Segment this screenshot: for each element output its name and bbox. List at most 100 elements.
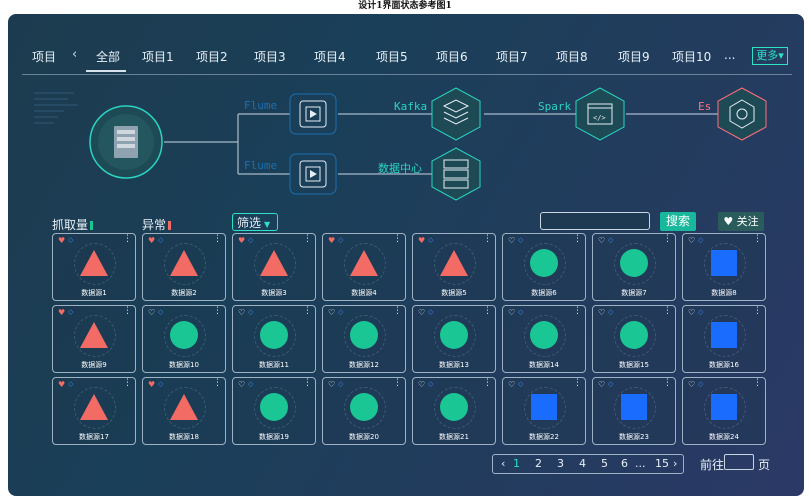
goto-page-input[interactable] <box>724 454 754 470</box>
more-menu-icon[interactable]: ⋮ <box>753 378 762 388</box>
page-6[interactable]: 6 <box>621 457 628 470</box>
tag-icon[interactable]: ◇ <box>338 236 343 244</box>
more-menu-icon[interactable]: ⋮ <box>123 378 132 388</box>
more-menu-icon[interactable]: ⋮ <box>303 378 312 388</box>
more-menu-icon[interactable]: ⋮ <box>213 378 222 388</box>
heart-icon[interactable]: ♥ <box>148 236 155 245</box>
heart-icon[interactable]: ♡ <box>688 236 695 245</box>
tag-icon[interactable]: ◇ <box>698 308 703 316</box>
more-menu-icon[interactable]: ⋮ <box>393 306 402 316</box>
tab-project7[interactable]: 项目7 <box>496 48 528 65</box>
more-menu-icon[interactable]: ⋮ <box>573 378 582 388</box>
heart-icon[interactable]: ♡ <box>598 308 605 317</box>
tag-icon[interactable]: ◇ <box>248 308 253 316</box>
more-menu-icon[interactable]: ⋮ <box>663 378 672 388</box>
page-4[interactable]: 4 <box>579 457 586 470</box>
tag-icon[interactable]: ◇ <box>428 380 433 388</box>
more-menu-icon[interactable]: ⋮ <box>573 306 582 316</box>
datasource-card[interactable]: ♡ ◇ ⋮ 数据源14 <box>502 305 586 373</box>
page-last[interactable]: 15 <box>655 457 669 470</box>
heart-icon[interactable]: ♡ <box>148 308 155 317</box>
datasource-card[interactable]: ♥ ◇ ⋮ 数据源2 <box>142 233 226 301</box>
datasource-card[interactable]: ♥ ◇ ⋮ 数据源4 <box>322 233 406 301</box>
more-menu-icon[interactable]: ⋮ <box>483 306 492 316</box>
more-menu-icon[interactable]: ⋮ <box>303 306 312 316</box>
heart-icon[interactable]: ♡ <box>598 236 605 245</box>
tag-icon[interactable]: ◇ <box>248 380 253 388</box>
next-page-icon[interactable]: › <box>673 457 677 470</box>
page-5[interactable]: 5 <box>601 457 608 470</box>
datasource-card[interactable]: ♡ ◇ ⋮ 数据源11 <box>232 305 316 373</box>
heart-icon[interactable]: ♡ <box>238 308 245 317</box>
heart-icon[interactable]: ♥ <box>58 308 65 317</box>
tab-project6[interactable]: 项目6 <box>436 48 468 65</box>
search-button[interactable]: 搜索 <box>660 212 696 231</box>
heart-icon[interactable]: ♡ <box>508 380 515 389</box>
more-menu-icon[interactable]: ⋮ <box>663 234 672 244</box>
datasource-card[interactable]: ♡ ◇ ⋮ 数据源19 <box>232 377 316 445</box>
heart-icon[interactable]: ♡ <box>328 380 335 389</box>
tag-icon[interactable]: ◇ <box>428 308 433 316</box>
page-3[interactable]: 3 <box>557 457 564 470</box>
tab-project10[interactable]: 项目10 <box>672 48 711 65</box>
datasource-card[interactable]: ♡ ◇ ⋮ 数据源22 <box>502 377 586 445</box>
page-2[interactable]: 2 <box>535 457 542 470</box>
tag-icon[interactable]: ◇ <box>518 380 523 388</box>
tag-icon[interactable]: ◇ <box>608 308 613 316</box>
heart-icon[interactable]: ♥ <box>148 380 155 389</box>
datasource-card[interactable]: ♡ ◇ ⋮ 数据源20 <box>322 377 406 445</box>
datasource-card[interactable]: ♥ ◇ ⋮ 数据源18 <box>142 377 226 445</box>
more-menu-icon[interactable]: ⋮ <box>213 234 222 244</box>
datasource-card[interactable]: ♥ ◇ ⋮ 数据源3 <box>232 233 316 301</box>
datasource-card[interactable]: ♥ ◇ ⋮ 数据源9 <box>52 305 136 373</box>
more-menu-icon[interactable]: ⋮ <box>753 234 762 244</box>
heart-icon[interactable]: ♡ <box>418 380 425 389</box>
heart-icon[interactable]: ♡ <box>238 380 245 389</box>
datasource-card[interactable]: ♡ ◇ ⋮ 数据源24 <box>682 377 766 445</box>
tag-icon[interactable]: ◇ <box>158 308 163 316</box>
page-1[interactable]: 1 <box>513 457 520 470</box>
datasource-card[interactable]: ♡ ◇ ⋮ 数据源13 <box>412 305 496 373</box>
datasource-card[interactable]: ♡ ◇ ⋮ 数据源12 <box>322 305 406 373</box>
tab-project1[interactable]: 项目1 <box>142 48 174 65</box>
tag-icon[interactable]: ◇ <box>158 380 163 388</box>
more-menu-icon[interactable]: ⋮ <box>753 306 762 316</box>
more-menu-icon[interactable]: ⋮ <box>213 306 222 316</box>
more-menu-icon[interactable]: ⋮ <box>123 234 132 244</box>
heart-icon[interactable]: ♡ <box>688 308 695 317</box>
more-menu-icon[interactable]: ⋮ <box>123 306 132 316</box>
tag-icon[interactable]: ◇ <box>338 308 343 316</box>
more-menu-icon[interactable]: ⋮ <box>573 234 582 244</box>
follow-button[interactable]: ♥ 关注 <box>718 212 764 231</box>
tag-icon[interactable]: ◇ <box>338 380 343 388</box>
heart-icon[interactable]: ♡ <box>508 236 515 245</box>
datasource-card[interactable]: ♡ ◇ ⋮ 数据源7 <box>592 233 676 301</box>
tab-project2[interactable]: 项目2 <box>196 48 228 65</box>
datasource-card[interactable]: ♡ ◇ ⋮ 数据源10 <box>142 305 226 373</box>
tab-project5[interactable]: 项目5 <box>376 48 408 65</box>
datasource-card[interactable]: ♡ ◇ ⋮ 数据源16 <box>682 305 766 373</box>
search-input[interactable] <box>540 212 650 230</box>
datasource-card[interactable]: ♡ ◇ ⋮ 数据源23 <box>592 377 676 445</box>
datasource-card[interactable]: ♡ ◇ ⋮ 数据源6 <box>502 233 586 301</box>
tag-icon[interactable]: ◇ <box>518 308 523 316</box>
more-menu-icon[interactable]: ⋮ <box>663 306 672 316</box>
chevron-left-icon[interactable]: ‹ <box>72 47 77 62</box>
tag-icon[interactable]: ◇ <box>248 236 253 244</box>
datasource-card[interactable]: ♡ ◇ ⋮ 数据源15 <box>592 305 676 373</box>
heart-icon[interactable]: ♥ <box>328 236 335 245</box>
tag-icon[interactable]: ◇ <box>698 236 703 244</box>
more-menu-icon[interactable]: ⋮ <box>483 234 492 244</box>
tag-icon[interactable]: ◇ <box>68 308 73 316</box>
more-button[interactable]: 更多▾ <box>752 47 788 65</box>
heart-icon[interactable]: ♡ <box>508 308 515 317</box>
tab-project9[interactable]: 项目9 <box>618 48 650 65</box>
heart-icon[interactable]: ♥ <box>418 236 425 245</box>
tab-project3[interactable]: 项目3 <box>254 48 286 65</box>
more-menu-icon[interactable]: ⋮ <box>393 378 402 388</box>
filter-select[interactable]: 筛选 ▼ <box>232 213 278 231</box>
heart-icon[interactable]: ♡ <box>418 308 425 317</box>
more-menu-icon[interactable]: ⋮ <box>483 378 492 388</box>
datasource-card[interactable]: ♥ ◇ ⋮ 数据源1 <box>52 233 136 301</box>
tag-icon[interactable]: ◇ <box>158 236 163 244</box>
